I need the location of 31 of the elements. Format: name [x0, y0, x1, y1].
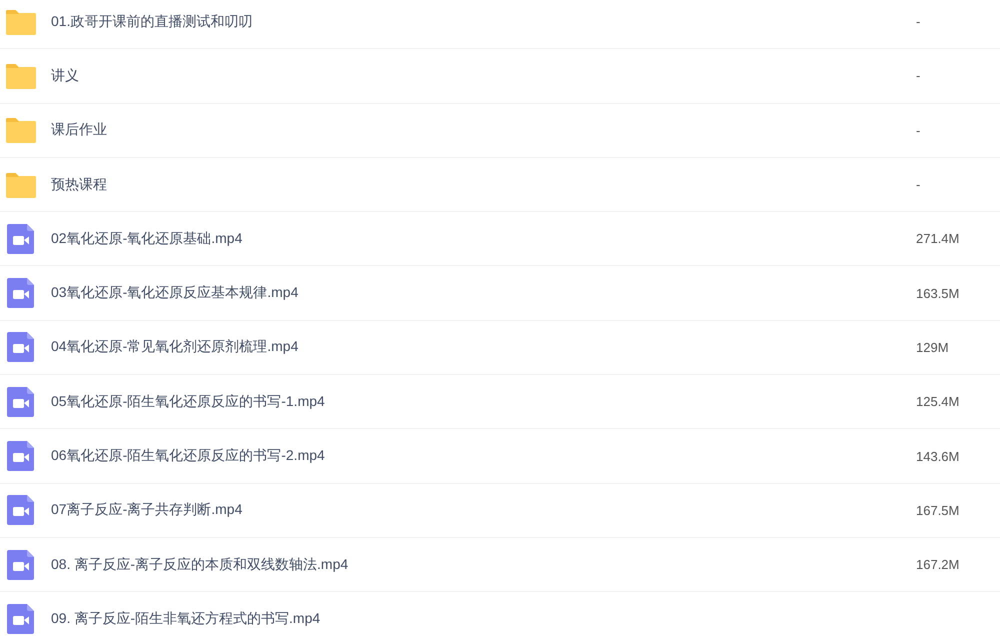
- file-size: 125.4M: [916, 394, 960, 410]
- file-name[interactable]: 04氧化还原-常见氧化剂还原剂梳理.mp4: [51, 338, 916, 356]
- file-size: 167.5M: [916, 502, 960, 518]
- file-name[interactable]: 05氧化还原-陌生氧化还原反应的书写-1.mp4: [51, 392, 916, 411]
- file-name[interactable]: 01.政哥开课前的直播测试和叨叨: [51, 12, 916, 31]
- file-size: -: [916, 68, 922, 84]
- file-name[interactable]: 预热课程: [51, 176, 916, 194]
- video-file-icon: [5, 602, 37, 635]
- video-file-icon: [5, 494, 37, 526]
- file-size: 271.4M: [916, 231, 960, 246]
- file-size: 129M: [916, 340, 950, 355]
- file-name[interactable]: 08. 离子反应-离子反应的本质和双线数轴法.mp4: [51, 556, 916, 574]
- file-size: 163.5M: [916, 286, 960, 301]
- file-name[interactable]: 讲义: [51, 66, 916, 85]
- file-name[interactable]: 06氧化还原-陌生氧化还原反应的书写-2.mp4: [51, 447, 916, 466]
- video-file-icon: [5, 548, 37, 581]
- video-file-icon: [5, 222, 37, 255]
- file-name[interactable]: 课后作业: [51, 121, 916, 140]
- file-size: 167.2M: [916, 557, 960, 572]
- file-name[interactable]: 02氧化还原-氧化还原基础.mp4: [51, 230, 916, 248]
- file-size: -: [916, 177, 922, 192]
- file-size: 143.6M: [916, 448, 960, 464]
- file-name[interactable]: 03氧化还原-氧化还原反应基本规律.mp4: [51, 284, 916, 302]
- video-file-icon: [5, 440, 37, 472]
- video-file-icon: [5, 277, 37, 310]
- file-size: -: [916, 14, 922, 30]
- file-size: -: [916, 122, 922, 138]
- file-name[interactable]: 09. 离子反应-陌生非氧还方程式的书写.mp4: [51, 610, 916, 628]
- video-file-icon: [5, 386, 37, 418]
- file-name[interactable]: 07离子反应-离子共存判断.mp4: [51, 501, 916, 520]
- video-file-icon: [5, 331, 37, 364]
